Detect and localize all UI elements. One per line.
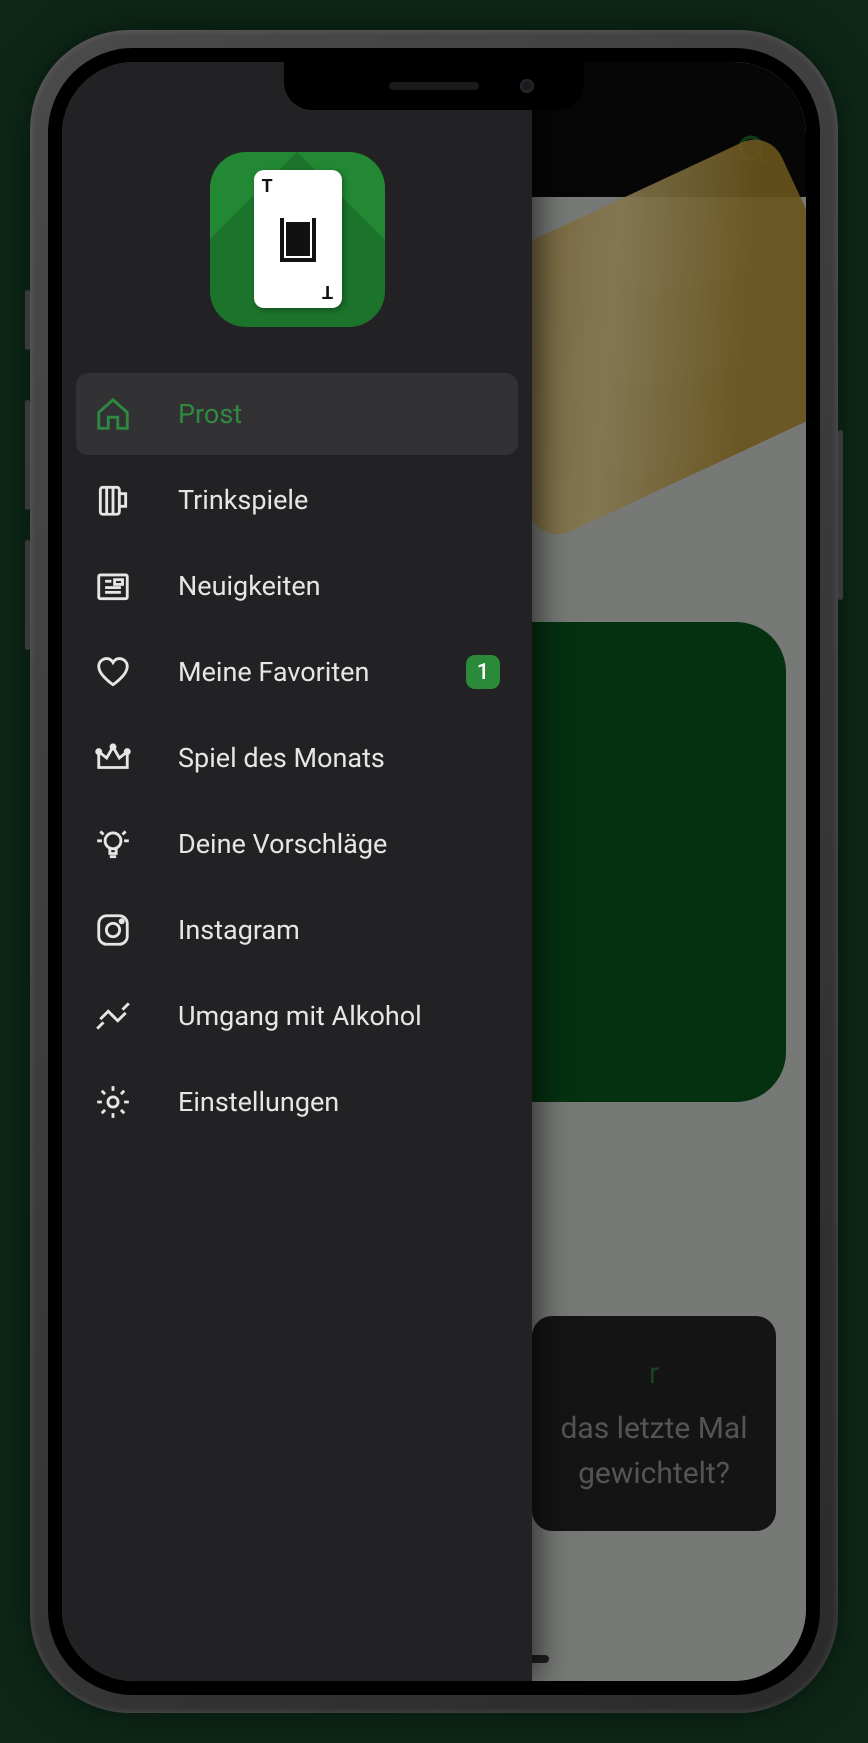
nav-item-instagram[interactable]: Instagram (76, 889, 518, 971)
hands-icon (94, 997, 132, 1035)
nav-label: Instagram (178, 914, 500, 946)
phone-side-button (25, 290, 30, 350)
nav-item-einstellungen[interactable]: Einstellungen (76, 1061, 518, 1143)
phone-side-button (25, 540, 30, 650)
nav-item-vorschlaege[interactable]: Deine Vorschläge (76, 803, 518, 885)
nav-item-alkohol[interactable]: Umgang mit Alkohol (76, 975, 518, 1057)
nav-label: Umgang mit Alkohol (178, 1000, 500, 1032)
nav-label: Meine Favoriten (178, 656, 420, 688)
nav-label: Trinkspiele (178, 484, 500, 516)
nav-item-prost[interactable]: Prost (76, 373, 518, 455)
nav-item-spiel-des-monats[interactable]: Spiel des Monats (76, 717, 518, 799)
gear-icon (94, 1083, 132, 1121)
phone-side-button (25, 400, 30, 510)
nav-item-trinkspiele[interactable]: Trinkspiele (76, 459, 518, 541)
phone-notch (284, 62, 584, 110)
phone-frame: r das letzte Mal gewichtelt? T T (30, 30, 838, 1713)
news-icon (94, 567, 132, 605)
home-icon (94, 395, 132, 433)
instagram-icon (94, 911, 132, 949)
crown-icon (94, 739, 132, 777)
app-logo-container: T T (62, 152, 532, 327)
phone-bezel: r das letzte Mal gewichtelt? T T (48, 48, 820, 1695)
phone-side-button (838, 430, 843, 600)
phone-speaker (389, 82, 479, 90)
phone-camera (520, 79, 534, 93)
nav-label: Neuigkeiten (178, 570, 500, 602)
nav-item-neuigkeiten[interactable]: Neuigkeiten (76, 545, 518, 627)
logo-card: T T (254, 170, 342, 308)
navigation-drawer: T T Prost (62, 62, 532, 1681)
favorites-badge: 1 (466, 655, 500, 689)
nav-label: Deine Vorschläge (178, 828, 500, 860)
app-logo: T T (210, 152, 385, 327)
drawer-nav: Prost Trinkspiele Neuigkeiten (62, 367, 532, 1153)
mug-icon (94, 481, 132, 519)
nav-label: Spiel des Monats (178, 742, 500, 774)
nav-label: Prost (178, 398, 500, 430)
nav-item-favoriten[interactable]: Meine Favoriten 1 (76, 631, 518, 713)
nav-label: Einstellungen (178, 1086, 500, 1118)
screen: r das letzte Mal gewichtelt? T T (62, 62, 806, 1681)
lightbulb-icon (94, 825, 132, 863)
heart-icon (94, 653, 132, 691)
